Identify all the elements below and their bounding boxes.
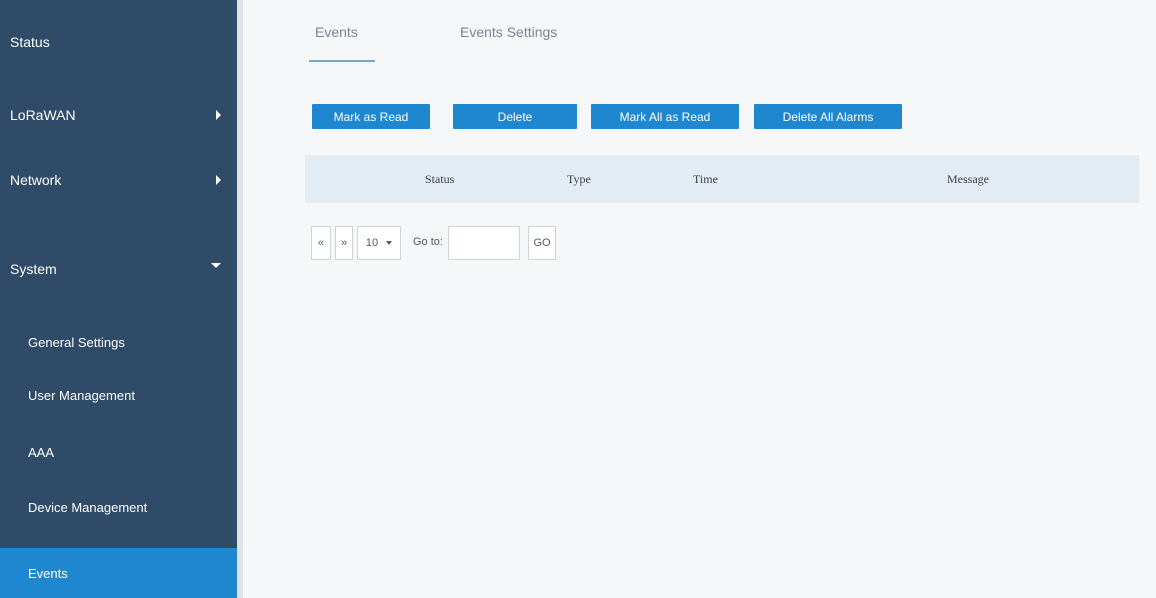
delete-all-alarms-button[interactable]: Delete All Alarms xyxy=(754,104,902,129)
sidebar-item-events[interactable]: Events xyxy=(0,548,237,598)
sidebar-item-status[interactable]: Status xyxy=(0,22,237,62)
active-tab-indicator xyxy=(309,60,375,62)
sidebar-item-label: LoRaWAN xyxy=(10,107,76,123)
next-page-button[interactable]: » xyxy=(335,226,353,260)
delete-button[interactable]: Delete xyxy=(453,104,577,129)
goto-label: Go to: xyxy=(413,236,443,248)
table-header: Status Type Time Message xyxy=(305,155,1139,203)
chevron-down-icon xyxy=(211,262,221,268)
prev-page-button[interactable]: « xyxy=(311,226,331,260)
sidebar-item-label: Status xyxy=(10,34,50,50)
sidebar-item-aaa[interactable]: AAA xyxy=(0,432,237,472)
sidebar-item-label: Network xyxy=(10,172,62,188)
main-content: Events Events Settings Mark as Read Dele… xyxy=(243,0,1156,598)
page-size-select[interactable]: 10 xyxy=(357,226,401,260)
caret-down-icon xyxy=(386,241,393,245)
chevron-right-icon xyxy=(216,175,221,185)
page-size-value: 10 xyxy=(365,237,379,249)
sidebar-item-network[interactable]: Network xyxy=(0,160,237,200)
sidebar-item-system[interactable]: System xyxy=(0,245,237,293)
tab-bar: Events Events Settings xyxy=(243,0,1156,70)
sidebar-item-label: AAA xyxy=(28,444,55,460)
tab-events-settings[interactable]: Events Settings xyxy=(460,24,557,40)
goto-page-input[interactable] xyxy=(448,226,520,260)
mark-all-as-read-button[interactable]: Mark All as Read xyxy=(591,104,739,129)
sidebar-item-label: Events xyxy=(28,565,68,581)
go-button[interactable]: GO xyxy=(528,226,556,260)
sidebar-item-general-settings[interactable]: General Settings xyxy=(0,322,237,362)
column-header-time[interactable]: Time xyxy=(693,172,718,187)
sidebar-item-label: User Management xyxy=(28,387,135,403)
mark-as-read-button[interactable]: Mark as Read xyxy=(312,104,430,129)
column-header-message[interactable]: Message xyxy=(947,172,989,187)
chevron-right-icon xyxy=(216,110,221,120)
sidebar-item-label: System xyxy=(10,261,57,277)
sidebar-item-lorawan[interactable]: LoRaWAN xyxy=(0,95,237,135)
sidebar: Status LoRaWAN Network System General Se… xyxy=(0,0,237,598)
tab-events[interactable]: Events xyxy=(315,24,358,40)
column-header-status[interactable]: Status xyxy=(425,172,454,187)
sidebar-item-device-management[interactable]: Device Management xyxy=(0,487,237,527)
sidebar-item-label: Device Management xyxy=(28,499,148,515)
sidebar-item-label: General Settings xyxy=(28,334,125,350)
column-header-type[interactable]: Type xyxy=(567,172,591,187)
sidebar-item-user-management[interactable]: User Management xyxy=(0,375,237,415)
